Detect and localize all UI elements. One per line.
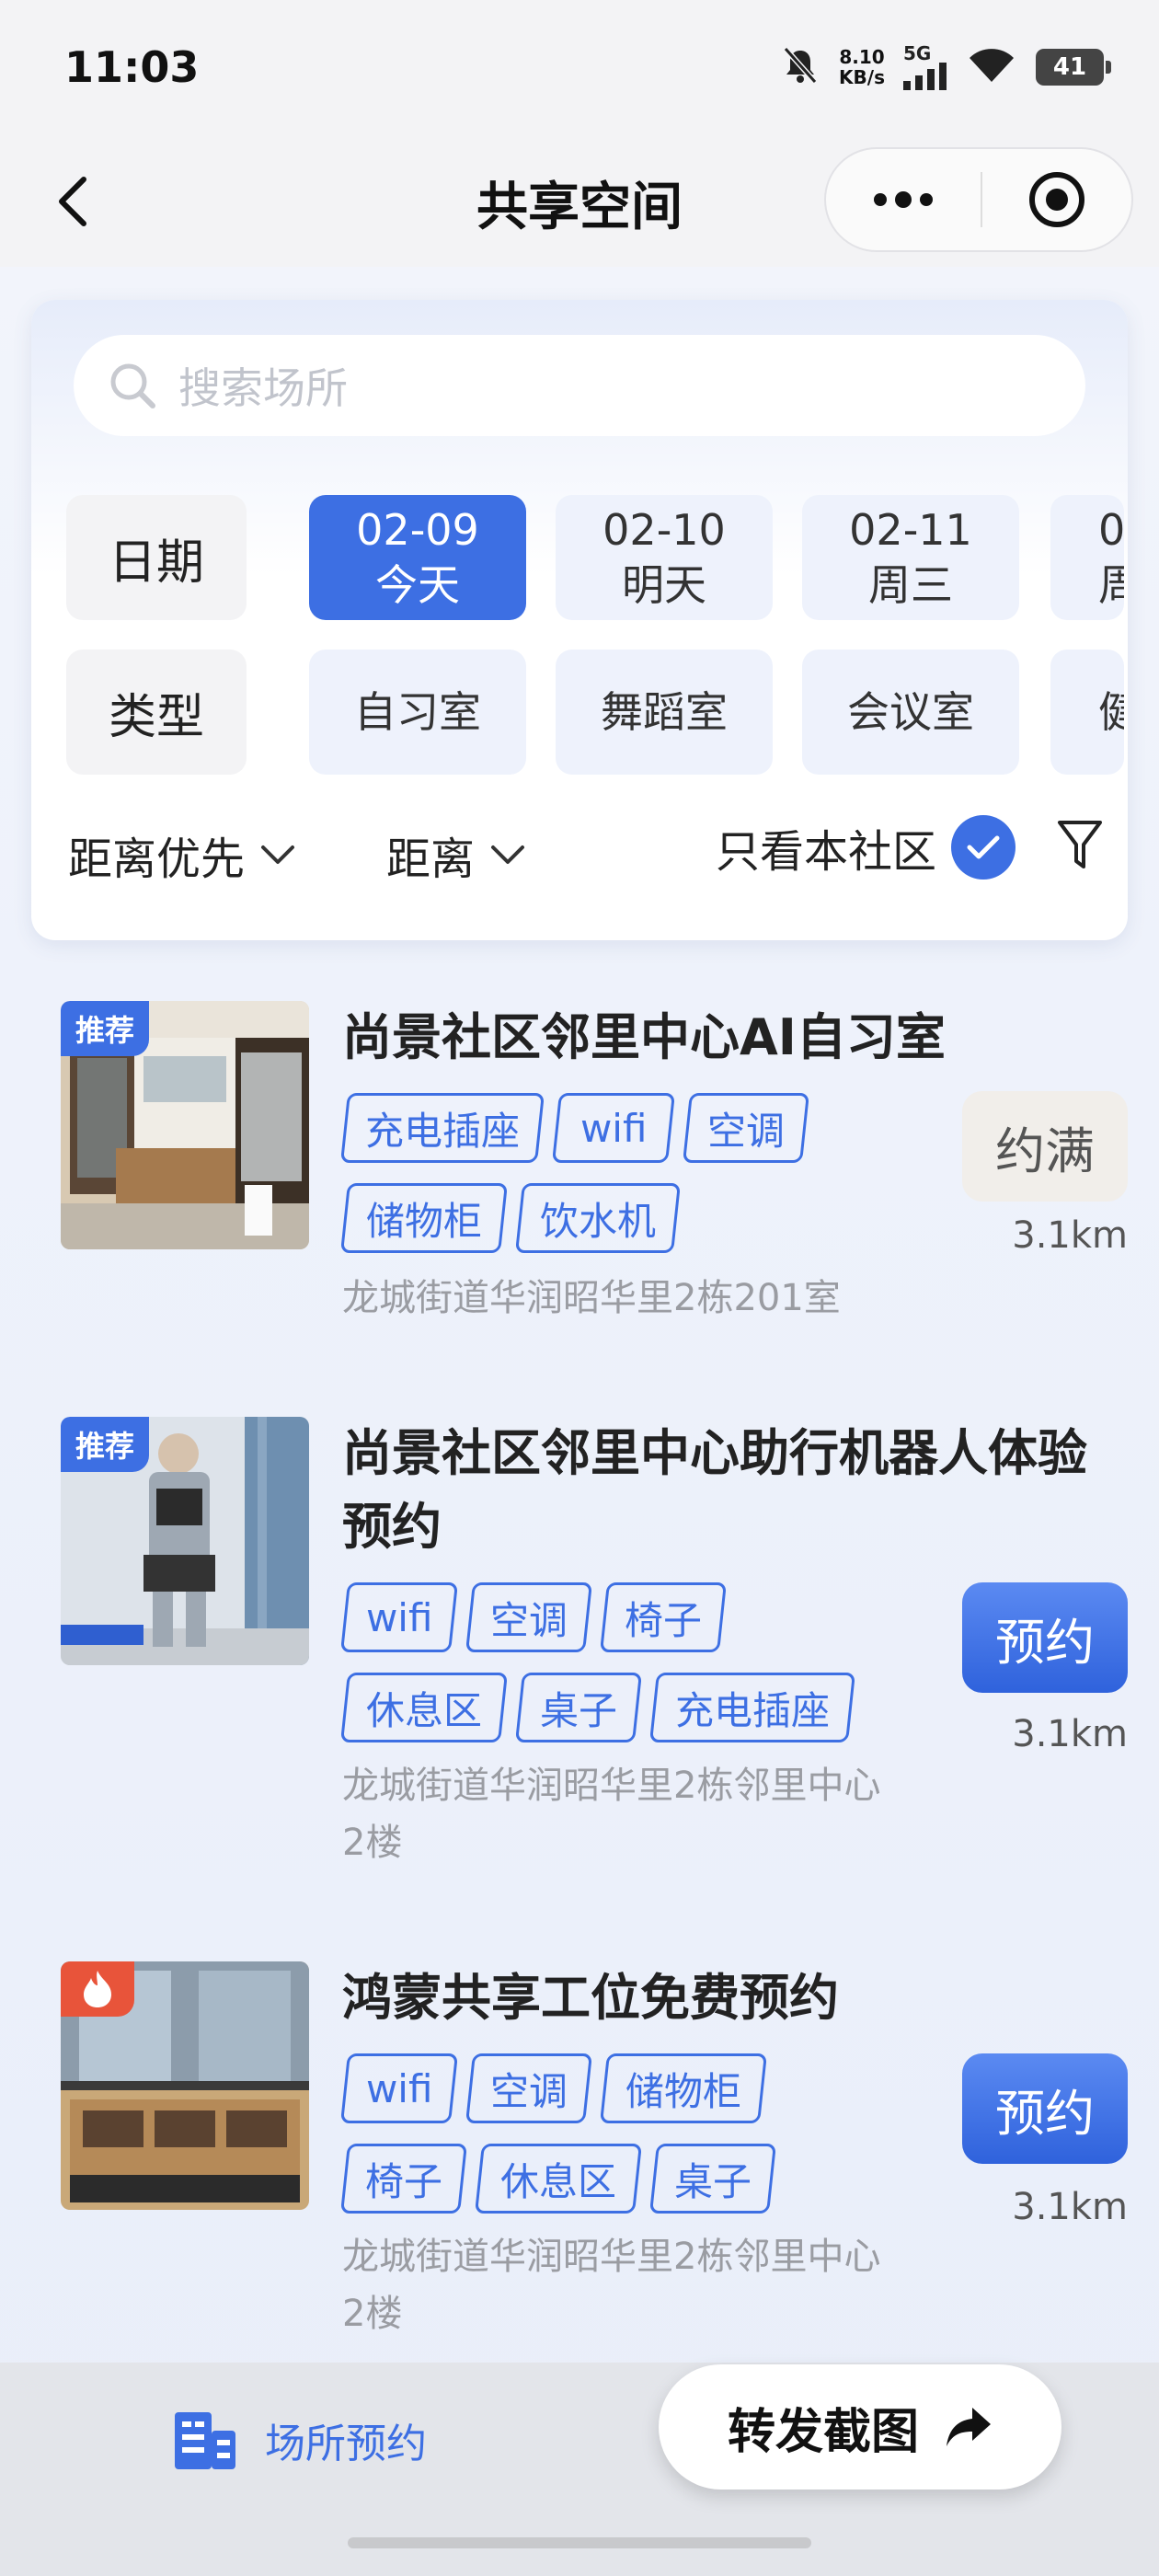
tag: 空调 — [683, 1093, 809, 1163]
tag: 桌子 — [515, 1673, 642, 1742]
venue-address: 龙城街道华润昭华里2栋邻里中心2楼 — [342, 1765, 881, 1864]
tag: 充电插座 — [649, 1673, 855, 1742]
date-option-0211[interactable]: 02-11 周三 — [802, 495, 1019, 620]
filter-button[interactable] — [1054, 815, 1106, 874]
type-option-partial[interactable]: 健 — [1050, 650, 1124, 775]
status-time: 11:03 — [64, 42, 200, 92]
venue-distance: 3.1km — [1012, 1214, 1128, 1257]
recommend-badge: 推荐 — [61, 1417, 150, 1472]
tag: wifi — [340, 2053, 458, 2123]
target-circle-icon — [1029, 172, 1084, 227]
tag: 储物柜 — [340, 1183, 508, 1253]
date-option-date: 02-11 — [849, 505, 972, 555]
tag: 充电插座 — [340, 1093, 545, 1163]
date-option-day: 明天 — [622, 560, 706, 610]
date-filter-row: 日期 02-09 今天 02-10 明天 02-11 周三 0 周 — [66, 495, 1128, 624]
community-only-label: 只看本社区 — [716, 826, 937, 878]
book-button[interactable]: 预约 — [962, 2053, 1128, 2164]
status-bar: 11:03 8.10 KB/s 5G 41 — [0, 0, 1159, 138]
search-placeholder: 搜索场所 — [178, 363, 348, 413]
chevron-down-icon — [491, 845, 525, 864]
date-option-day: 周三 — [868, 560, 953, 610]
share-arrow-icon — [947, 2408, 991, 2446]
search-icon — [110, 363, 155, 408]
net-speed-value: 8.10 — [839, 46, 885, 68]
date-option-0210[interactable]: 02-10 明天 — [556, 495, 773, 620]
type-filter-label: 类型 — [66, 650, 247, 775]
type-option-study-room[interactable]: 自习室 — [309, 650, 526, 775]
venue-card[interactable]: 推荐 尚景社区邻里中心AI自习室 充电插座 wifi 空调 储物柜 饮水机 龙城… — [61, 1001, 1128, 1332]
distance-label: 距离 — [386, 834, 476, 885]
venue-title: 尚景社区邻里中心助行机器人体验预约 — [342, 1424, 1087, 1556]
venue-title: 鸿蒙共享工位免费预约 — [342, 1969, 839, 2027]
net-speed-unit: KB/s — [839, 66, 885, 88]
sort-row: 距离优先 距离 只看本社区 — [68, 815, 1102, 889]
tab-label: 场所预约 — [265, 2421, 427, 2467]
building-icon — [175, 2412, 235, 2469]
venue-distance: 3.1km — [1012, 1713, 1128, 1755]
signal-bars-icon — [903, 63, 947, 90]
venue-address: 龙城街道华润昭华里2栋201室 — [342, 1277, 841, 1319]
tag: 储物柜 — [600, 2053, 767, 2123]
venue-card[interactable]: 推荐 尚景社区邻里中心助行机器人体验预约 wifi 空调 椅子 休息区 桌子 充… — [61, 1417, 1128, 1877]
community-only-toggle[interactable]: 只看本社区 — [716, 815, 1016, 880]
date-option-date: 02-10 — [602, 505, 726, 555]
venue-photo: 推荐 — [61, 1001, 309, 1249]
date-option-day: 周 — [1098, 560, 1124, 610]
date-option-date: 02-09 — [356, 505, 479, 555]
check-icon — [951, 815, 1016, 880]
tag: 椅子 — [600, 1582, 727, 1652]
type-option-meeting-room[interactable]: 会议室 — [802, 650, 1019, 775]
venue-photo — [61, 1961, 309, 2210]
date-option-day: 今天 — [375, 560, 460, 610]
filter-panel: 搜索场所 日期 02-09 今天 02-10 明天 02-11 周三 0 周 类… — [31, 300, 1128, 940]
sort-priority-dropdown[interactable]: 距离优先 — [68, 822, 296, 887]
tag: 空调 — [465, 1582, 592, 1652]
venue-distance: 3.1km — [1012, 2186, 1128, 2228]
search-input[interactable]: 搜索场所 — [74, 335, 1085, 436]
tab-venue-booking[interactable]: 场所预约 — [171, 2409, 427, 2471]
date-option-0209[interactable]: 02-09 今天 — [309, 495, 526, 620]
tag: 休息区 — [340, 1673, 508, 1742]
book-button[interactable]: 预约 — [962, 1582, 1128, 1693]
type-filter-row: 类型 自习室 舞蹈室 会议室 健 — [66, 650, 1128, 778]
tag: 饮水机 — [515, 1183, 681, 1253]
tag: 桌子 — [649, 2144, 776, 2214]
venue-photo: 推荐 — [61, 1417, 309, 1665]
tag: wifi — [552, 1093, 675, 1163]
share-label: 转发截图 — [727, 2404, 919, 2460]
share-screenshot-button[interactable]: 转发截图 — [659, 2364, 1061, 2490]
funnel-icon — [1058, 821, 1102, 868]
type-option-dance-room[interactable]: 舞蹈室 — [556, 650, 773, 775]
nav-bar: 共享空间 — [0, 138, 1159, 267]
venue-address: 龙城街道华润昭华里2栋邻里中心2楼 — [342, 2236, 881, 2335]
battery-indicator: 41 — [1036, 49, 1111, 86]
tag: 空调 — [465, 2053, 592, 2123]
tag: wifi — [340, 1582, 458, 1652]
home-indicator — [348, 2537, 811, 2548]
wifi-icon — [966, 45, 1017, 89]
more-dots-icon — [874, 191, 933, 208]
fire-icon — [61, 1961, 134, 2017]
venue-title: 尚景社区邻里中心AI自习室 — [342, 1008, 946, 1066]
booking-full-button[interactable]: 约满 — [962, 1091, 1128, 1202]
network-type: 5G — [903, 42, 932, 64]
distance-dropdown[interactable]: 距离 — [386, 822, 526, 887]
mute-bell-icon — [780, 45, 820, 89]
date-filter-label: 日期 — [66, 495, 247, 620]
date-option-date: 0 — [1098, 505, 1124, 555]
venue-card[interactable]: 鸿蒙共享工位免费预约 wifi 空调 储物柜 椅子 休息区 桌子 龙城街道华润昭… — [61, 1961, 1128, 2348]
net-speed: 8.10 KB/s — [839, 47, 885, 87]
recommend-badge: 推荐 — [61, 1001, 150, 1056]
date-option-partial[interactable]: 0 周 — [1050, 495, 1124, 620]
miniprogram-capsule — [824, 147, 1133, 252]
more-button[interactable] — [826, 149, 981, 250]
chevron-down-icon — [261, 845, 295, 864]
close-miniprogram-button[interactable] — [982, 149, 1131, 250]
status-icons: 8.10 KB/s 5G 41 — [780, 44, 1111, 90]
cellular-signal: 5G — [903, 44, 947, 90]
sort-priority-label: 距离优先 — [68, 834, 246, 885]
tag: 椅子 — [340, 2144, 467, 2214]
tag: 休息区 — [475, 2144, 642, 2214]
